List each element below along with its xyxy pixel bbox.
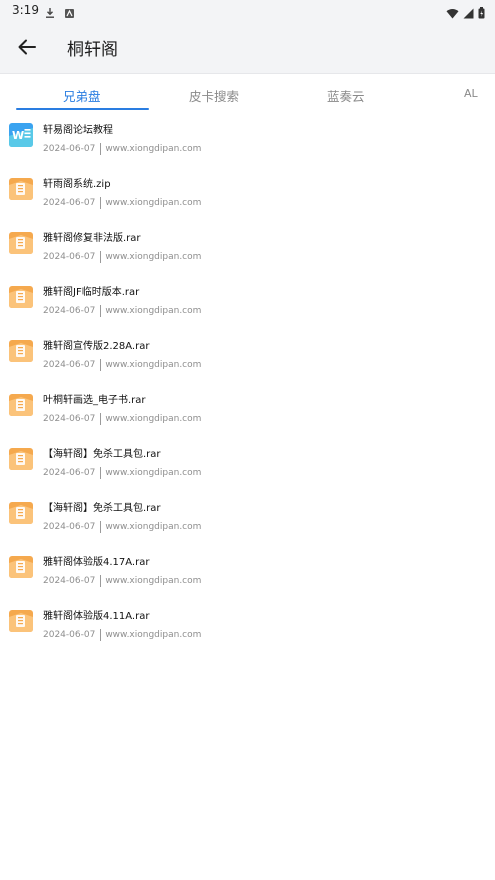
tab-indicator [16, 108, 149, 110]
list-item[interactable]: 雅轩阁修复非法版.rar 2024-06-07 www.xiongdipan.co… [0, 222, 495, 276]
file-name: 轩雨阁系统.zip [43, 179, 111, 190]
list-item[interactable]: 雅轩阁体验版4.17A.rar 2024-06-07 www.xiongdipan… [0, 546, 495, 600]
source-tabs: 兄弟盘 皮卡搜索 蓝奏云 AL [0, 78, 495, 112]
wifi-icon [446, 4, 459, 23]
file-date: 2024-06-07 [43, 414, 96, 424]
file-meta: 2024-06-07 www.xiongdipan.com [43, 143, 201, 155]
file-meta: 2024-06-07 www.xiongdipan.com [43, 575, 201, 587]
file-name: 叶桐轩画选_电子书.rar [43, 395, 146, 406]
file-source: www.xiongdipan.com [105, 198, 202, 208]
file-name: 雅轩阁宣传版2.28A.rar [43, 341, 150, 352]
page-title: 桐轩阁 [67, 40, 118, 60]
meta-divider [100, 305, 102, 317]
file-source: www.xiongdipan.com [105, 360, 202, 370]
list-item[interactable]: W 轩易阁论坛教程 2024-06-07 www.xiongdipan.com [0, 114, 495, 168]
arrow-left-icon [18, 39, 36, 55]
svg-text:W: W [12, 129, 24, 142]
archive-icon [8, 446, 34, 472]
tab-pika-search[interactable]: 皮卡搜索 [189, 86, 239, 105]
app-notification-icon [64, 4, 75, 23]
archive-icon [8, 284, 34, 310]
file-source: www.xiongdipan.com [105, 306, 202, 316]
file-name: 雅轩阁JF临时版本.rar [43, 287, 140, 298]
list-item[interactable]: 【海轩阁】免杀工具包.rar 2024-06-07 www.xiongdipan.… [0, 492, 495, 546]
list-item[interactable]: 轩雨阁系统.zip 2024-06-07 www.xiongdipan.com [0, 168, 495, 222]
meta-divider [100, 629, 102, 641]
file-meta: 2024-06-07 www.xiongdipan.com [43, 197, 201, 209]
file-source: www.xiongdipan.com [105, 630, 202, 640]
file-date: 2024-06-07 [43, 360, 96, 370]
file-source: www.xiongdipan.com [105, 468, 202, 478]
status-time: 3:19 [12, 3, 39, 17]
status-system-icons [446, 4, 485, 23]
back-button[interactable] [14, 34, 40, 60]
status-notification-icons [44, 4, 75, 23]
file-name: 轩易阁论坛教程 [43, 125, 113, 136]
archive-icon [8, 554, 34, 580]
archive-icon [8, 230, 34, 256]
file-name: 雅轩阁修复非法版.rar [43, 233, 141, 244]
tab-xiongdipan[interactable]: 兄弟盘 [63, 86, 101, 105]
list-item[interactable]: 叶桐轩画选_电子书.rar 2024-06-07 www.xiongdipan.c… [0, 384, 495, 438]
download-icon [44, 4, 56, 23]
file-date: 2024-06-07 [43, 576, 96, 586]
file-date: 2024-06-07 [43, 630, 96, 640]
file-meta: 2024-06-07 www.xiongdipan.com [43, 629, 201, 641]
file-source: www.xiongdipan.com [105, 576, 202, 586]
file-date: 2024-06-07 [43, 144, 96, 154]
archive-icon [8, 500, 34, 526]
file-meta: 2024-06-07 www.xiongdipan.com [43, 413, 201, 425]
archive-icon [8, 338, 34, 364]
meta-divider [100, 575, 102, 587]
tab-al[interactable]: AL [464, 87, 478, 100]
meta-divider [100, 413, 102, 425]
file-date: 2024-06-07 [43, 468, 96, 478]
file-meta: 2024-06-07 www.xiongdipan.com [43, 521, 201, 533]
list-item[interactable]: 【海轩阁】免杀工具包.rar 2024-06-07 www.xiongdipan.… [0, 438, 495, 492]
status-bar: 3:19 [0, 0, 495, 22]
file-meta: 2024-06-07 www.xiongdipan.com [43, 251, 201, 263]
archive-icon [8, 608, 34, 634]
file-meta: 2024-06-07 www.xiongdipan.com [43, 467, 201, 479]
file-date: 2024-06-07 [43, 306, 96, 316]
word-doc-icon: W [8, 122, 34, 148]
file-date: 2024-06-07 [43, 198, 96, 208]
file-meta: 2024-06-07 www.xiongdipan.com [43, 305, 201, 317]
file-name: 【海轩阁】免杀工具包.rar [43, 503, 161, 514]
app-bar: 桐轩阁 [0, 22, 495, 74]
archive-icon [8, 176, 34, 202]
file-date: 2024-06-07 [43, 252, 96, 262]
file-meta: 2024-06-07 www.xiongdipan.com [43, 359, 201, 371]
meta-divider [100, 143, 102, 155]
meta-divider [100, 359, 102, 371]
meta-divider [100, 251, 102, 263]
file-source: www.xiongdipan.com [105, 414, 202, 424]
signal-icon [463, 4, 474, 23]
meta-divider [100, 197, 102, 209]
battery-icon [478, 4, 485, 23]
archive-icon [8, 392, 34, 418]
tab-lanzou[interactable]: 蓝奏云 [327, 86, 365, 105]
list-item[interactable]: 雅轩阁宣传版2.28A.rar 2024-06-07 www.xiongdipan… [0, 330, 495, 384]
meta-divider [100, 467, 102, 479]
file-list: W 轩易阁论坛教程 2024-06-07 www.xiongdipan.com 轩… [0, 114, 495, 654]
file-source: www.xiongdipan.com [105, 144, 202, 154]
file-source: www.xiongdipan.com [105, 522, 202, 532]
file-name: 【海轩阁】免杀工具包.rar [43, 449, 161, 460]
meta-divider [100, 521, 102, 533]
file-source: www.xiongdipan.com [105, 252, 202, 262]
file-name: 雅轩阁体验版4.11A.rar [43, 611, 150, 622]
file-date: 2024-06-07 [43, 522, 96, 532]
file-name: 雅轩阁体验版4.17A.rar [43, 557, 150, 568]
list-item[interactable]: 雅轩阁体验版4.11A.rar 2024-06-07 www.xiongdipan… [0, 600, 495, 654]
list-item[interactable]: 雅轩阁JF临时版本.rar 2024-06-07 www.xiongdipan.c… [0, 276, 495, 330]
